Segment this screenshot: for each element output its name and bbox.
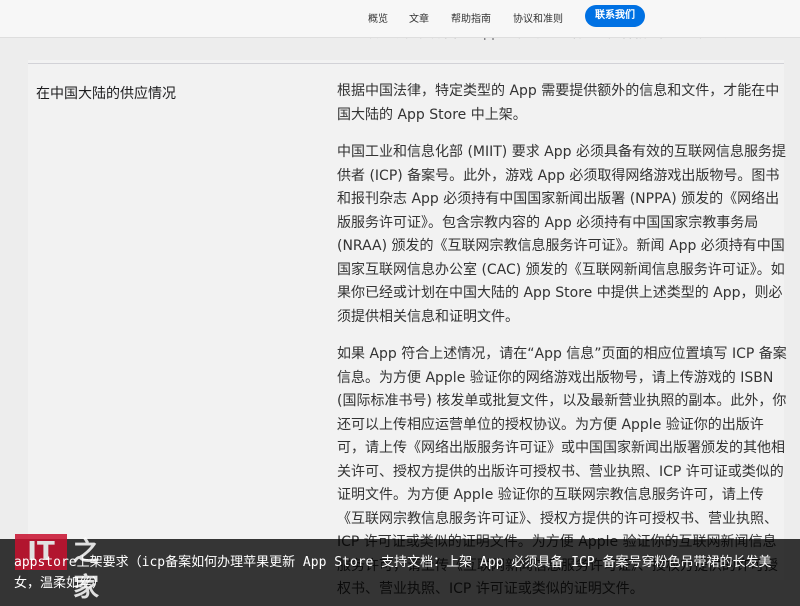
contact-button[interactable]: 联系我们 (585, 5, 645, 27)
divider (28, 63, 784, 64)
paragraph-requirements: 中国工业和信息化部 (MIIT) 要求 App 必须具备有效的互联网信息服务提供… (337, 144, 786, 325)
nav-agreements[interactable]: 协议和准则 (513, 10, 563, 25)
nav-help-guides[interactable]: 帮助指南 (451, 10, 491, 25)
nav-overview[interactable]: 概览 (368, 10, 388, 25)
page: 概览 文章 帮助指南 协议和准则 联系我们 土以及可访问性方面的 App 特性与… (0, 0, 800, 606)
caption-text: appstore上架要求（icp备案如何办理苹果更新 App Store 支持文… (14, 555, 772, 591)
section-body: 根据中国法律，特定类型的 App 需要提供额外的信息和文件，才能在中国大陆的 A… (337, 80, 787, 606)
nav-articles[interactable]: 文章 (409, 10, 429, 25)
paragraph-intro: 根据中国法律，特定类型的 App 需要提供额外的信息和文件，才能在中国大陆的 A… (337, 83, 780, 123)
section-label: 在中国大陆的供应情况 (36, 86, 176, 102)
top-nav: 概览 文章 帮助指南 协议和准则 联系我们 (0, 0, 800, 38)
